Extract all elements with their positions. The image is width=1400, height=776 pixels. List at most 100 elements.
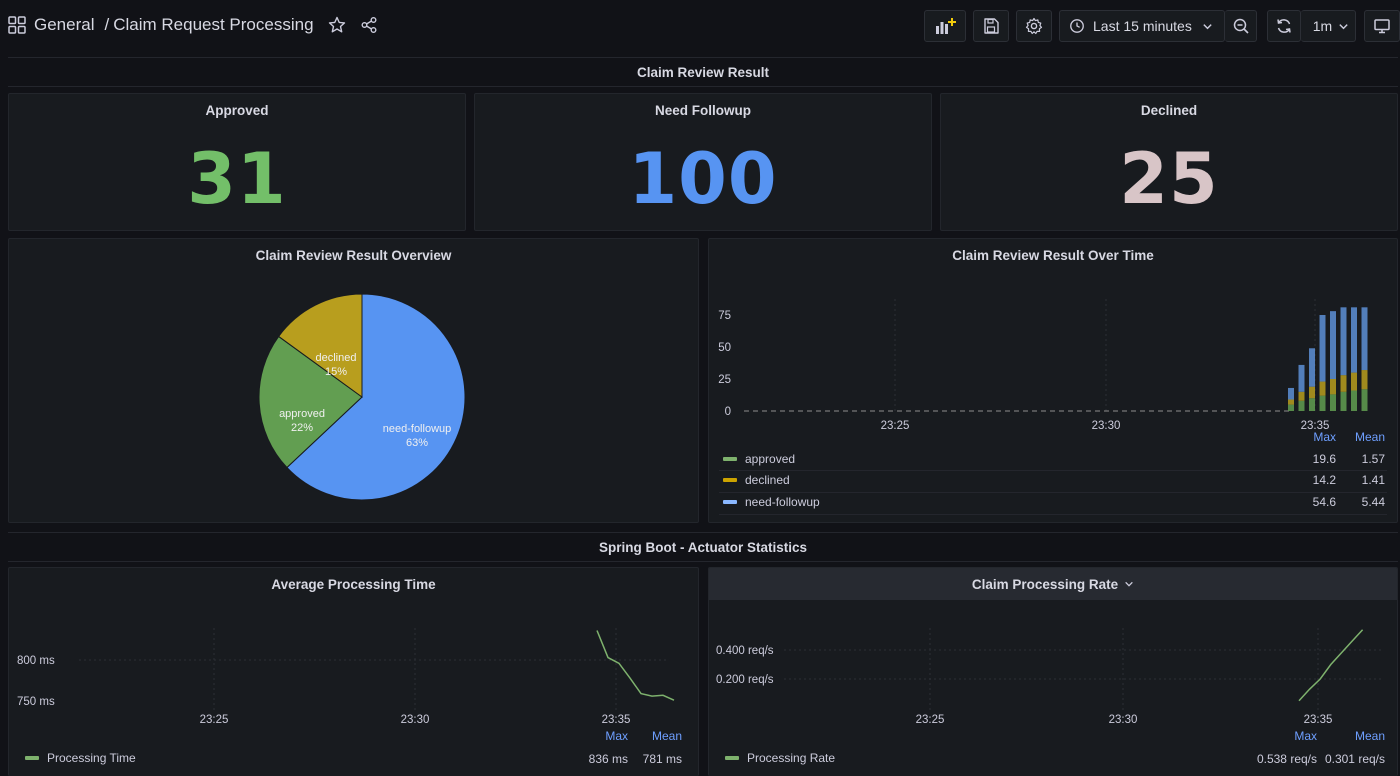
legend-max-value: 54.6 xyxy=(1312,495,1336,509)
legend-mean-value: 1.41 xyxy=(1361,473,1385,487)
legend-mean-value: 781 ms xyxy=(642,752,682,766)
pie-label: approved xyxy=(279,408,325,420)
breadcrumb-separator: / xyxy=(104,15,110,34)
bar-segment-approved xyxy=(1298,400,1305,411)
y-tick-label: 50 xyxy=(718,342,731,354)
bar-segment-approved xyxy=(1330,394,1336,411)
x-tick-label: 23:35 xyxy=(1304,714,1333,726)
series-line-processing-time xyxy=(596,630,675,701)
star-icon[interactable] xyxy=(328,16,346,34)
legend-swatch xyxy=(723,478,737,482)
share-icon[interactable] xyxy=(360,16,378,34)
breadcrumb-folder[interactable]: General xyxy=(34,15,94,35)
x-tick-label: 23:25 xyxy=(916,714,945,726)
bar-segment-declined xyxy=(1309,386,1315,399)
legend-header-mean[interactable]: Mean xyxy=(652,729,682,743)
series-line-processing-rate xyxy=(1298,629,1364,702)
zoom-out-icon xyxy=(1233,18,1249,34)
bar-segment-approved xyxy=(1309,398,1315,411)
legend-header-mean[interactable]: Mean xyxy=(1355,430,1385,444)
legend-mean-value: 5.44 xyxy=(1361,495,1385,509)
monitor-icon xyxy=(1374,19,1390,34)
stat-value: 25 xyxy=(1119,138,1219,220)
x-tick-label: 23:35 xyxy=(602,714,631,726)
pie-label: declined xyxy=(316,352,357,364)
legend-item-processing-time[interactable]: Processing Time xyxy=(25,748,136,768)
legend-header-max[interactable]: Max xyxy=(605,729,628,743)
legend-item-declined[interactable]: declined xyxy=(723,470,790,490)
row-header-actuator[interactable]: Spring Boot - Actuator Statistics xyxy=(8,532,1398,562)
panel-title[interactable]: Need Followup xyxy=(475,94,931,126)
processing-rate-line-chart[interactable]: 0.200 req/s 0.400 req/s 23:25 23:30 23:35 xyxy=(709,568,1398,728)
bar-segment-declined xyxy=(1351,372,1357,391)
bar-segment-need-followup xyxy=(1330,311,1336,379)
row-title: Spring Boot - Actuator Statistics xyxy=(598,539,807,555)
bar-segment-declined xyxy=(1330,379,1336,395)
pie-percent: 22% xyxy=(291,422,313,434)
panel-title[interactable]: Approved xyxy=(9,94,465,126)
x-tick-label: 23:30 xyxy=(1092,420,1121,429)
y-tick-label: 25 xyxy=(718,374,731,386)
legend-swatch xyxy=(723,457,737,461)
bar-segment-declined xyxy=(1298,391,1305,401)
bar-segment-need-followup xyxy=(1340,307,1347,376)
add-panel-icon xyxy=(936,18,956,34)
x-tick-label: 23:30 xyxy=(1109,714,1138,726)
bar-segment-declined xyxy=(1340,375,1347,392)
x-tick-label: 23:35 xyxy=(1301,420,1330,429)
chevron-down-icon xyxy=(1203,23,1212,29)
bar-segment-approved xyxy=(1288,404,1294,411)
y-tick-label: 0 xyxy=(725,406,731,418)
legend-item-approved[interactable]: approved xyxy=(723,449,795,469)
row-header-review-result[interactable]: Claim Review Result xyxy=(8,57,1398,87)
stat-value: 100 xyxy=(628,138,778,220)
legend-item-need-followup[interactable]: need-followup xyxy=(723,492,820,512)
pie-chart-panel: Claim Review Result Overview need-follow… xyxy=(8,238,699,523)
panel-title[interactable]: Declined xyxy=(941,94,1397,126)
legend-header-mean[interactable]: Mean xyxy=(1355,729,1385,743)
bar-chart-panel: Claim Review Result Over Time 0 25 50 75 23:… xyxy=(708,238,1398,523)
refresh-icon xyxy=(1277,19,1291,33)
zoom-out-button[interactable] xyxy=(1225,10,1257,42)
dashboard-settings-button[interactable] xyxy=(1016,10,1052,42)
stat-value: 31 xyxy=(187,138,287,220)
apps-grid-icon[interactable] xyxy=(8,16,26,34)
bar-segment-need-followup xyxy=(1319,315,1326,382)
pie-chart[interactable]: need-followup 63% approved 22% declined 15% xyxy=(9,239,699,523)
legend-max-value: 0.538 req/s xyxy=(1256,752,1317,766)
y-tick-label: 0.200 req/s xyxy=(716,674,774,686)
pie-label: need-followup xyxy=(383,423,452,435)
refresh-interval-picker[interactable]: 1m xyxy=(1301,10,1356,42)
legend-label: approved xyxy=(745,452,796,466)
x-tick-label: 23:25 xyxy=(881,420,910,429)
stat-panel-approved: Approved 31 xyxy=(8,93,466,231)
dashboard-title[interactable]: Claim Request Processing xyxy=(113,15,313,35)
time-range-picker[interactable]: Last 15 minutes xyxy=(1059,10,1225,42)
legend-max-value: 19.6 xyxy=(1312,452,1336,466)
avg-processing-time-panel: Average Processing Time 750 ms 800 ms 23:2… xyxy=(8,567,699,776)
bar-segment-approved xyxy=(1340,391,1347,411)
legend-divider xyxy=(719,470,1387,471)
bar-segment-declined xyxy=(1361,370,1368,390)
save-dashboard-button[interactable] xyxy=(973,10,1009,42)
tv-mode-button[interactable] xyxy=(1364,10,1400,42)
chevron-down-icon xyxy=(1339,23,1348,29)
y-tick-label: 75 xyxy=(718,310,731,322)
refresh-button[interactable] xyxy=(1267,10,1301,42)
legend-item-processing-rate[interactable]: Processing Rate xyxy=(725,748,835,768)
processing-time-line-chart[interactable]: 750 ms 800 ms 23:25 23:30 23:35 xyxy=(9,568,699,728)
legend-divider xyxy=(719,514,1387,515)
x-tick-label: 23:25 xyxy=(200,714,229,726)
legend-header-max[interactable]: Max xyxy=(1294,729,1317,743)
add-panel-button[interactable] xyxy=(924,10,966,42)
legend-header-max[interactable]: Max xyxy=(1313,430,1336,444)
bar-segment-approved xyxy=(1319,395,1326,411)
legend-label: declined xyxy=(745,473,790,487)
row-title: Claim Review Result xyxy=(636,64,770,80)
bar-segment-need-followup xyxy=(1351,307,1357,373)
stacked-bar-chart[interactable]: 0 25 50 75 23:25 23:30 23:35 xyxy=(709,239,1398,429)
legend-swatch xyxy=(725,756,739,760)
legend-label: need-followup xyxy=(745,495,820,509)
bar-segment-declined xyxy=(1319,381,1326,396)
claim-processing-rate-panel: Claim Processing Rate 0.200 req/s 0.400 r… xyxy=(708,567,1398,776)
